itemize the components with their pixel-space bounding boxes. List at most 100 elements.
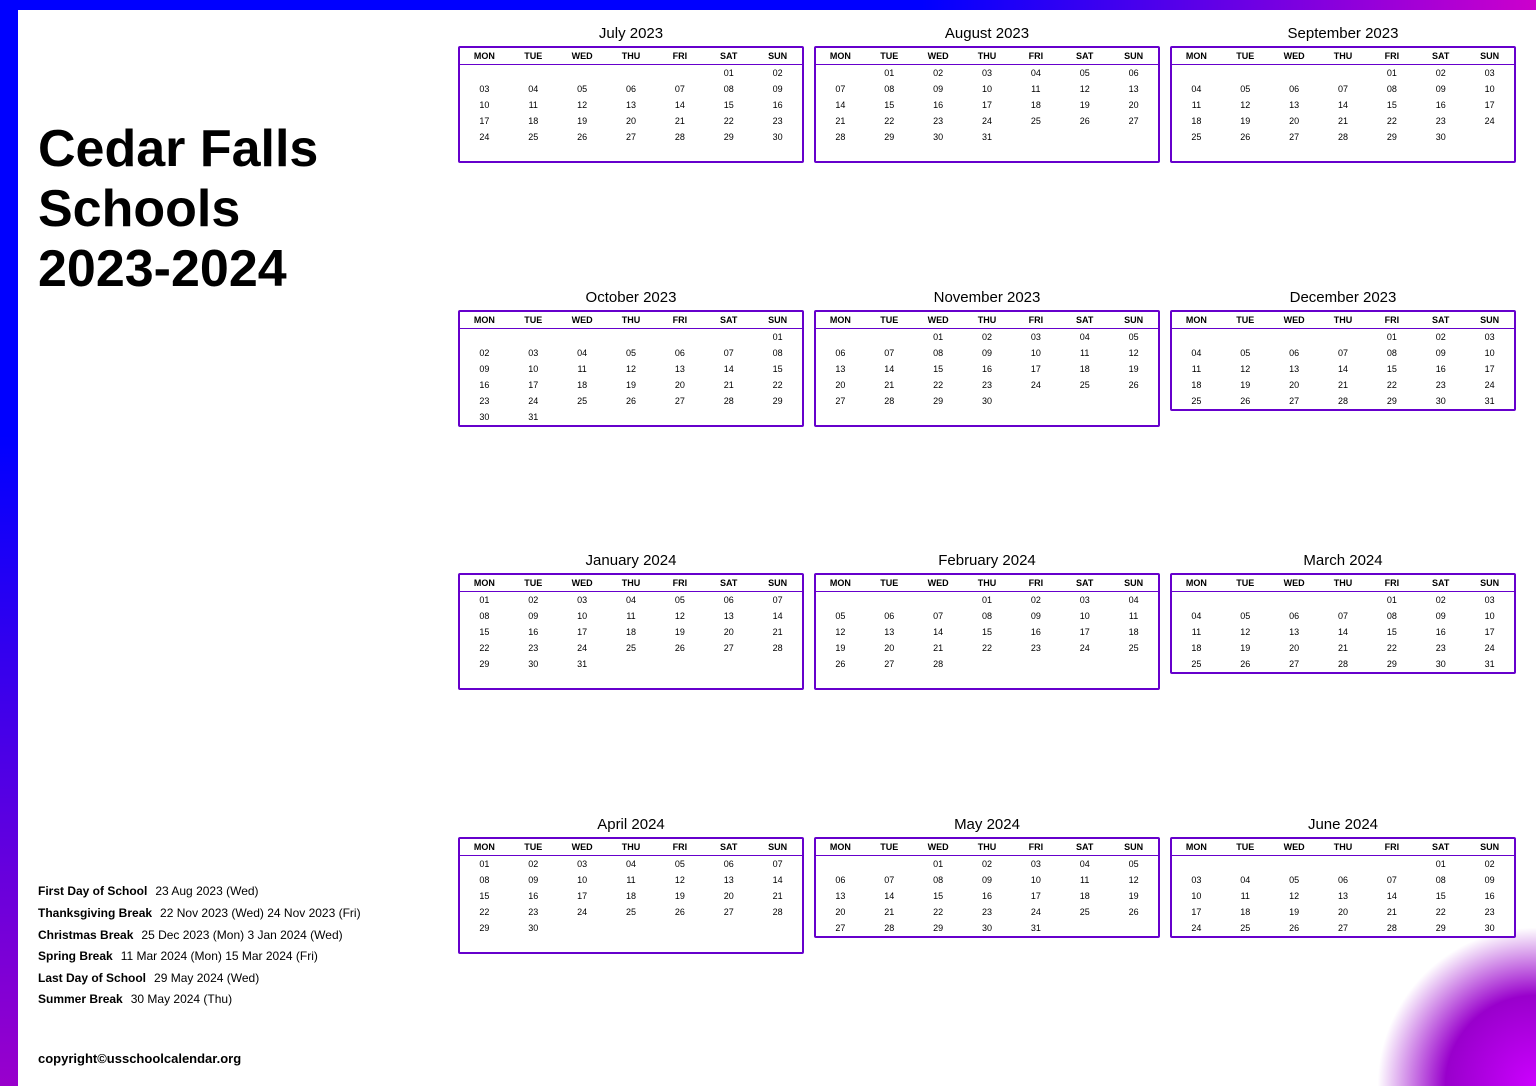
cal-cell: 12 <box>1270 888 1319 904</box>
cal-cell <box>1060 656 1109 672</box>
month-calendar: February 2024MONTUEWEDTHUFRISATSUN010203… <box>814 552 1160 808</box>
cal-body: 0102030405060708091011121314151617181920… <box>460 65 802 161</box>
cal-header-cell: TUE <box>865 839 914 855</box>
cal-cell <box>558 936 607 952</box>
cal-header-cell: TUE <box>509 312 558 328</box>
cal-cell: 23 <box>460 393 509 409</box>
cal-cell: 16 <box>1465 888 1514 904</box>
cal-cell: 29 <box>1367 656 1416 672</box>
cal-cell <box>655 329 704 345</box>
cal-cell <box>704 409 753 425</box>
cal-cell <box>460 936 509 952</box>
cal-body: 0102030405060708091011121314151617181920… <box>460 592 802 688</box>
cal-header: MONTUEWEDTHUFRISATSUN <box>1172 575 1514 592</box>
cal-cell <box>1011 672 1060 688</box>
cal-cell: 12 <box>1221 624 1270 640</box>
month-title: April 2024 <box>458 816 804 833</box>
cal-header-cell: SUN <box>1109 575 1158 591</box>
cal-cell: 26 <box>1270 920 1319 936</box>
cal-cell: 08 <box>753 345 802 361</box>
cal-body: 0102030405060708091011121314151617181920… <box>460 329 802 425</box>
cal-header-cell: THU <box>607 839 656 855</box>
cal-cell: 25 <box>1060 377 1109 393</box>
cal-cell: 24 <box>558 640 607 656</box>
cal-cell <box>704 936 753 952</box>
cal-cell <box>963 145 1012 161</box>
cal-cell <box>1367 145 1416 161</box>
cal-cell <box>1109 656 1158 672</box>
info-row: Spring Break11 Mar 2024 (Mon) 15 Mar 202… <box>38 946 428 968</box>
cal-header-cell: TUE <box>865 48 914 64</box>
cal-cell <box>607 920 656 936</box>
cal-header-cell: MON <box>1172 48 1221 64</box>
cal-cell: 27 <box>1270 129 1319 145</box>
cal-cell: 17 <box>509 377 558 393</box>
cal-cell: 05 <box>558 81 607 97</box>
month-calendar: January 2024MONTUEWEDTHUFRISATSUN0102030… <box>458 552 804 808</box>
cal-cell: 09 <box>509 872 558 888</box>
cal-cell <box>865 856 914 872</box>
cal-cell: 04 <box>1109 592 1158 608</box>
cal-cell: 22 <box>1416 904 1465 920</box>
left-border <box>0 0 18 1086</box>
cal-cell: 04 <box>509 81 558 97</box>
cal-cell <box>1011 145 1060 161</box>
cal-grid: MONTUEWEDTHUFRISATSUN0102030405060708091… <box>1170 310 1516 411</box>
calendars-panel: July 2023MONTUEWEDTHUFRISATSUN0102030405… <box>448 10 1536 1086</box>
cal-cell: 28 <box>1319 393 1368 409</box>
cal-cell: 25 <box>1172 393 1221 409</box>
cal-header-cell: SAT <box>1060 48 1109 64</box>
cal-cell: 14 <box>1319 361 1368 377</box>
cal-cell: 13 <box>816 361 865 377</box>
cal-cell: 25 <box>1060 904 1109 920</box>
cal-cell <box>460 145 509 161</box>
cal-cell <box>753 920 802 936</box>
cal-cell: 14 <box>1319 624 1368 640</box>
cal-cell: 19 <box>655 888 704 904</box>
cal-cell <box>509 936 558 952</box>
cal-cell: 23 <box>753 113 802 129</box>
cal-cell: 03 <box>460 81 509 97</box>
cal-cell: 18 <box>607 888 656 904</box>
cal-cell: 16 <box>914 97 963 113</box>
cal-cell: 25 <box>558 393 607 409</box>
cal-cell: 15 <box>460 624 509 640</box>
cal-grid: MONTUEWEDTHUFRISATSUN0102030405060708091… <box>1170 837 1516 938</box>
cal-cell: 07 <box>1319 345 1368 361</box>
cal-cell: 20 <box>1270 113 1319 129</box>
cal-cell: 06 <box>1270 345 1319 361</box>
cal-cell: 16 <box>1011 624 1060 640</box>
cal-header: MONTUEWEDTHUFRISATSUN <box>816 575 1158 592</box>
cal-header-cell: FRI <box>655 839 704 855</box>
cal-cell: 21 <box>655 113 704 129</box>
cal-cell: 06 <box>1270 81 1319 97</box>
cal-body: 0102030405060708091011121314151617181920… <box>460 856 802 952</box>
cal-cell: 29 <box>914 393 963 409</box>
cal-cell: 25 <box>509 129 558 145</box>
cal-cell <box>1270 145 1319 161</box>
cal-header-cell: FRI <box>1011 839 1060 855</box>
cal-cell: 15 <box>865 97 914 113</box>
cal-cell: 05 <box>655 856 704 872</box>
cal-cell: 05 <box>1270 872 1319 888</box>
cal-cell <box>460 65 509 81</box>
cal-cell: 30 <box>914 129 963 145</box>
cal-cell: 07 <box>753 856 802 872</box>
cal-cell: 21 <box>914 640 963 656</box>
cal-cell: 10 <box>509 361 558 377</box>
month-calendar: July 2023MONTUEWEDTHUFRISATSUN0102030405… <box>458 25 804 281</box>
cal-cell: 21 <box>1367 904 1416 920</box>
cal-cell: 28 <box>816 129 865 145</box>
cal-cell: 01 <box>1367 592 1416 608</box>
month-title: January 2024 <box>458 552 804 569</box>
cal-cell: 20 <box>1109 97 1158 113</box>
cal-cell: 02 <box>1416 65 1465 81</box>
cal-cell: 26 <box>1221 129 1270 145</box>
info-label: Summer Break <box>38 989 123 1011</box>
cal-cell: 17 <box>1465 624 1514 640</box>
cal-cell: 21 <box>865 904 914 920</box>
info-row: Thanksgiving Break22 Nov 2023 (Wed) 24 N… <box>38 903 428 925</box>
cal-cell: 03 <box>509 345 558 361</box>
cal-grid: MONTUEWEDTHUFRISATSUN0102030405060708091… <box>1170 46 1516 163</box>
cal-cell <box>558 145 607 161</box>
